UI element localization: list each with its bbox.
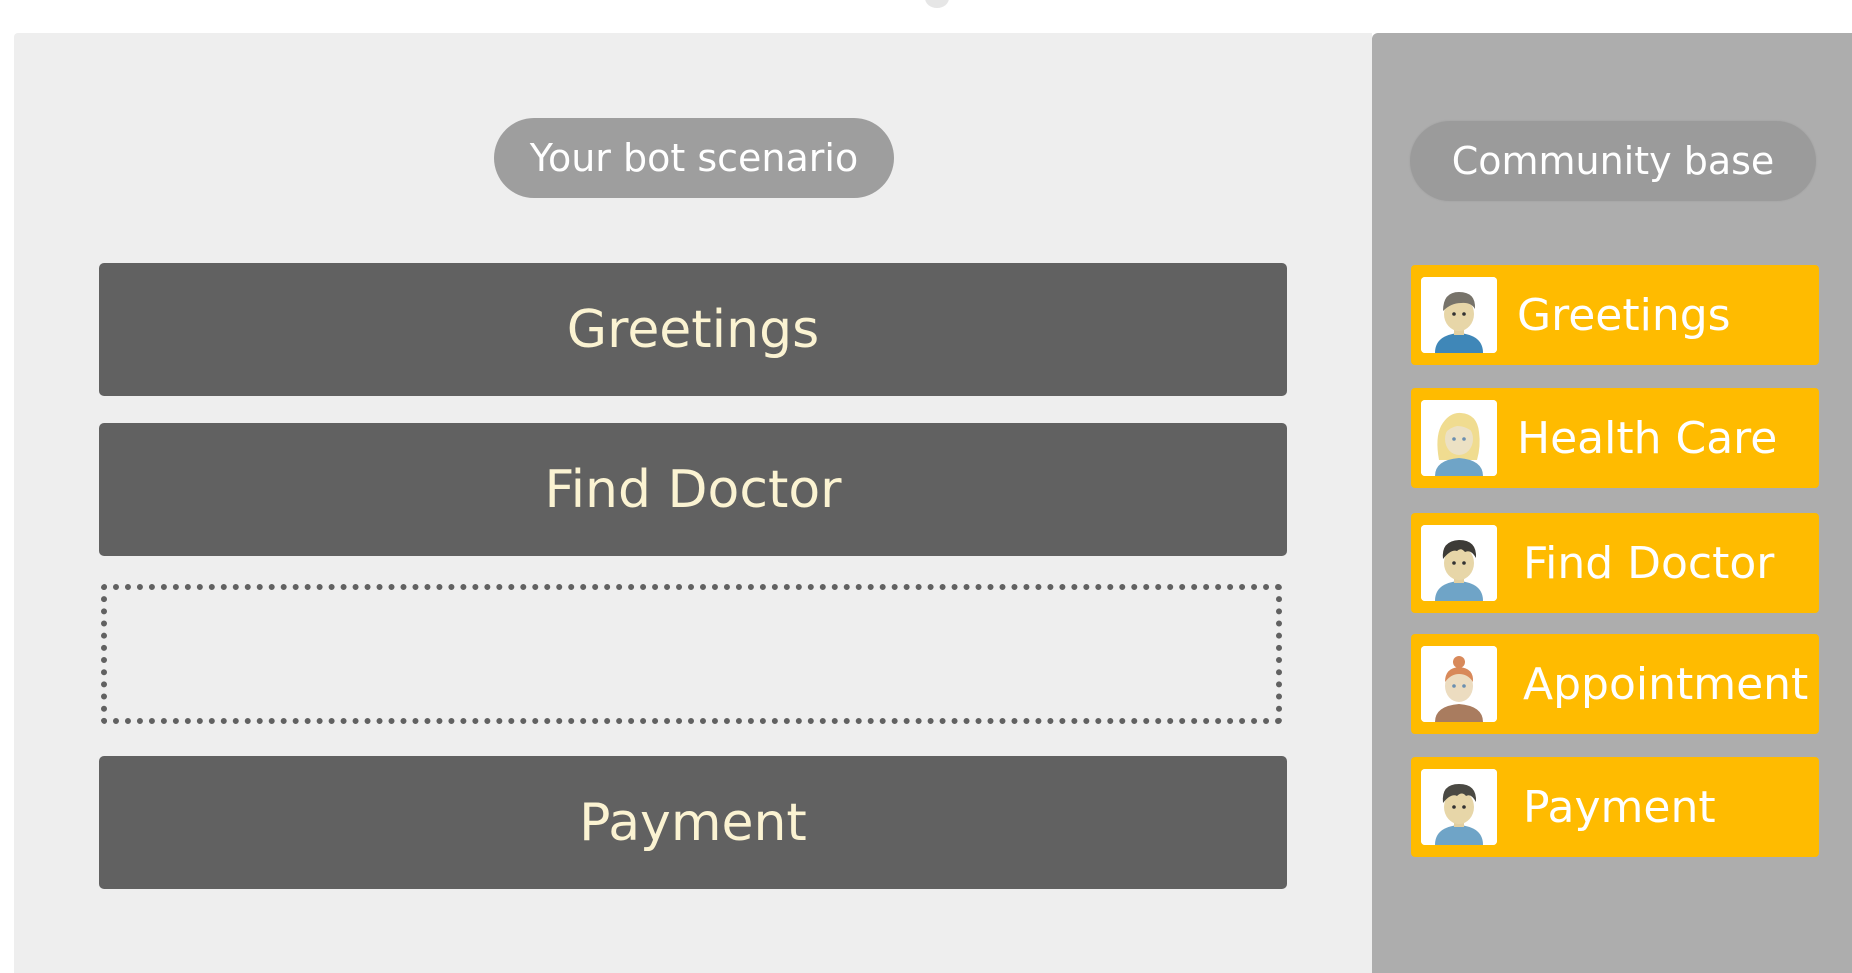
female-redhead-avatar-icon	[1421, 646, 1497, 722]
app-stage: Your bot scenario Greetings Find Doctor …	[0, 0, 1852, 973]
community-item-label: Payment	[1523, 781, 1716, 833]
scenario-title: Your bot scenario	[494, 118, 894, 198]
scenario-block-payment[interactable]: Payment	[99, 756, 1287, 889]
community-title: Community base	[1410, 121, 1816, 201]
community-item-payment[interactable]: Payment	[1411, 757, 1819, 857]
community-item-label: Find Doctor	[1523, 537, 1775, 589]
scenario-block-find-doctor[interactable]: Find Doctor	[99, 423, 1287, 556]
male-avatar-icon	[1421, 769, 1497, 845]
community-item-label: Appointment	[1523, 658, 1809, 710]
community-item-appointment[interactable]: Appointment	[1411, 634, 1819, 734]
community-item-greetings[interactable]: Greetings	[1411, 265, 1819, 365]
male-avatar-icon	[1421, 277, 1497, 353]
scenario-drop-zone[interactable]	[101, 584, 1282, 724]
male-dark-hair-avatar-icon	[1421, 525, 1497, 601]
scenario-block-greetings[interactable]: Greetings	[99, 263, 1287, 396]
community-item-label: Greetings	[1517, 289, 1731, 341]
community-item-label: Health Care	[1517, 412, 1778, 464]
community-item-health-care[interactable]: Health Care	[1411, 388, 1819, 488]
community-item-find-doctor[interactable]: Find Doctor	[1411, 513, 1819, 613]
female-blonde-avatar-icon	[1421, 400, 1497, 476]
top-handle	[925, 0, 949, 8]
